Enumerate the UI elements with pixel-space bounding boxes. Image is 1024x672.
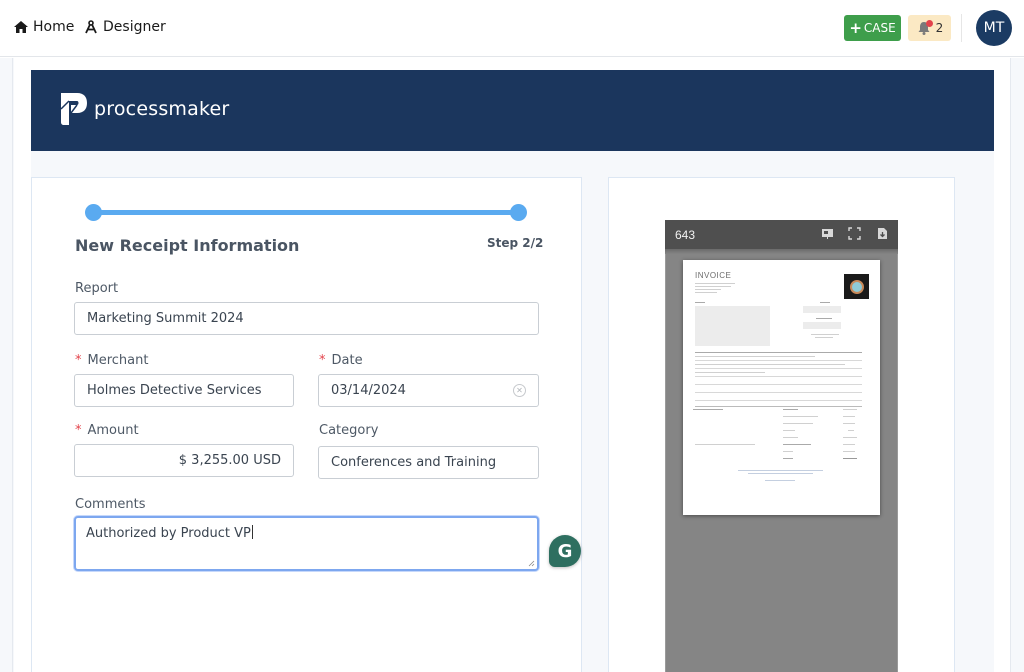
required-marker: * [319, 353, 326, 368]
amount-value: $ 3,255.00 USD [178, 453, 281, 468]
nav-divider [961, 14, 962, 42]
right-gutter [1010, 58, 1024, 672]
bell-icon [916, 20, 933, 36]
amount-label-text: Amount [87, 423, 139, 438]
nav-designer-link[interactable]: Designer [84, 19, 166, 35]
invoice-title: INVOICE [695, 271, 732, 280]
category-label-text: Category [319, 423, 379, 438]
category-select[interactable]: Conferences and Training [318, 446, 539, 479]
merchant-label: * Merchant [75, 353, 148, 368]
new-case-label: CASE [863, 21, 896, 35]
presentation-icon[interactable] [821, 227, 834, 240]
report-label: Report [75, 281, 118, 296]
comments-label: Comments [75, 497, 145, 512]
download-icon[interactable] [876, 227, 889, 240]
form-title: New Receipt Information [75, 236, 300, 255]
notifications-count: 2 [935, 21, 944, 35]
merchant-input[interactable]: Holmes Detective Services [74, 374, 294, 407]
required-marker: * [75, 423, 82, 438]
report-input[interactable]: Marketing Summit 2024 [74, 302, 539, 335]
report-value: Marketing Summit 2024 [87, 311, 244, 326]
resize-handle-icon[interactable] [528, 560, 535, 567]
comments-value: Authorized by Product VP [86, 526, 251, 541]
new-case-button[interactable]: + CASE [844, 15, 901, 41]
notification-dot [925, 20, 933, 27]
amount-label: * Amount [75, 423, 139, 438]
invoice-page-preview: INVOICE [683, 260, 880, 515]
date-label-text: Date [331, 353, 363, 368]
viewer-page-number: 643 [675, 228, 696, 242]
text-caret [251, 525, 253, 539]
top-navbar: Home Designer + CASE 2 MT [0, 0, 1024, 57]
merchant-value: Holmes Detective Services [87, 383, 262, 398]
grammarly-button[interactable]: G [549, 535, 581, 567]
step-1-marker [85, 204, 102, 221]
date-input[interactable]: 03/14/2024 ✕ [318, 374, 539, 407]
nav-home-label: Home [33, 19, 75, 35]
viewer-toolbar-shadow [665, 249, 898, 254]
amount-input[interactable]: $ 3,255.00 USD [74, 444, 294, 477]
step-indicator: Step 2/2 [487, 236, 544, 250]
home-icon [14, 21, 28, 33]
comments-textarea[interactable]: Authorized by Product VP [74, 516, 539, 571]
step-2-marker [510, 204, 527, 221]
processmaker-logo-icon [60, 93, 87, 125]
category-label: Category [319, 423, 378, 438]
brand-logo: processmaker [57, 91, 229, 127]
merchant-label-text: Merchant [87, 353, 149, 368]
viewer-toolbar [665, 220, 898, 249]
date-label: * Date [319, 353, 363, 368]
clear-date-icon[interactable]: ✕ [513, 384, 526, 397]
comments-label-text: Comments [75, 497, 146, 512]
date-value: 03/14/2024 [331, 383, 406, 398]
magnifier-logo-icon [844, 274, 869, 299]
report-label-text: Report [75, 281, 119, 296]
nav-home-link[interactable]: Home [13, 19, 74, 35]
required-marker: * [75, 353, 82, 368]
notifications-button[interactable]: 2 [908, 15, 951, 41]
left-gutter [0, 58, 13, 672]
nav-designer-label: Designer [103, 19, 166, 35]
user-avatar[interactable]: MT [976, 10, 1012, 46]
category-value: Conferences and Training [331, 455, 497, 470]
compass-drafting-icon [85, 19, 97, 33]
grammarly-icon: G [557, 540, 573, 562]
plus-icon: + [849, 18, 862, 37]
fullscreen-icon[interactable] [848, 227, 861, 240]
brand-name: processmaker [94, 98, 230, 120]
step-progress-track [93, 210, 519, 215]
